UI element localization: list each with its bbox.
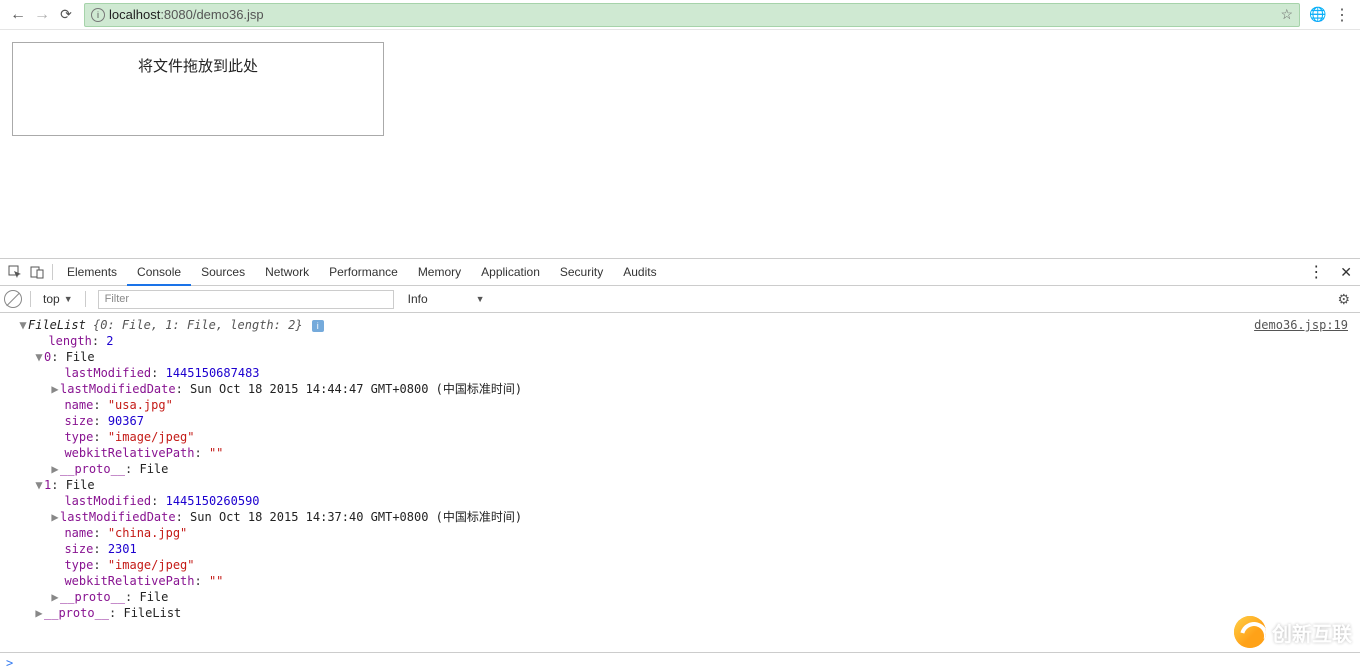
address-bar[interactable]: i localhost:8080/demo36.jsp ☆	[84, 3, 1300, 27]
devtools-panel: Elements Console Sources Network Perform…	[0, 258, 1360, 672]
info-badge-icon[interactable]: i	[312, 320, 324, 332]
tab-console[interactable]: Console	[127, 259, 191, 286]
console-body[interactable]: demo36.jsp:19 ▼FileList {0: File, 1: Fil…	[0, 313, 1360, 672]
url-host: localhost	[109, 7, 160, 22]
log-level-label: Info	[408, 292, 428, 306]
file-drop-zone[interactable]: 将文件拖放到此处	[12, 42, 384, 136]
filter-placeholder: Filter	[105, 293, 129, 305]
execution-context-select[interactable]: top ▼	[39, 292, 77, 306]
separator	[85, 291, 86, 307]
console-prompt[interactable]: >	[0, 652, 1360, 672]
prop-proto[interactable]: ▶__proto__: File	[0, 461, 1360, 477]
prop-proto-outer[interactable]: ▶__proto__: FileList	[0, 605, 1360, 621]
file-entry-0[interactable]: ▼0: File	[0, 349, 1360, 365]
prop-proto[interactable]: ▶__proto__: File	[0, 589, 1360, 605]
page-body: 将文件拖放到此处	[0, 30, 1360, 148]
back-button[interactable]: ←	[6, 3, 30, 27]
prop-webkitrelpath[interactable]: webkitRelativePath: ""	[0, 445, 1360, 461]
prop-lastmodified[interactable]: lastModified: 1445150260590	[0, 493, 1360, 509]
tab-elements[interactable]: Elements	[57, 259, 127, 286]
prop-webkitrelpath[interactable]: webkitRelativePath: ""	[0, 573, 1360, 589]
browser-menu-button[interactable]: ⋮	[1330, 5, 1354, 25]
console-object-header[interactable]: ▼FileList {0: File, 1: File, length: 2} …	[0, 317, 1360, 333]
devtools-close-button[interactable]: ✕	[1332, 264, 1360, 281]
context-label: top	[43, 292, 60, 306]
site-info-icon[interactable]: i	[91, 8, 105, 22]
separator	[30, 291, 31, 307]
log-level-select[interactable]: Info ▼	[404, 292, 489, 306]
device-mode-icon[interactable]	[26, 261, 48, 283]
bookmark-star-icon[interactable]: ☆	[1280, 6, 1293, 23]
prop-name[interactable]: name: "china.jpg"	[0, 525, 1360, 541]
reload-button[interactable]: ⟳	[54, 3, 78, 27]
tab-security[interactable]: Security	[550, 259, 613, 286]
console-settings-icon[interactable]: ⚙	[1327, 291, 1360, 308]
devtools-menu-button[interactable]: ⋮	[1300, 262, 1332, 282]
file-entry-1[interactable]: ▼1: File	[0, 477, 1360, 493]
prompt-caret-icon: >	[6, 656, 13, 670]
console-subbar: top ▼ Filter Info ▼ ⚙	[0, 286, 1360, 313]
prop-name[interactable]: name: "usa.jpg"	[0, 397, 1360, 413]
tab-network[interactable]: Network	[255, 259, 319, 286]
prop-type[interactable]: type: "image/jpeg"	[0, 429, 1360, 445]
prop-size[interactable]: size: 90367	[0, 413, 1360, 429]
forward-button[interactable]: →	[30, 3, 54, 27]
clear-console-button[interactable]	[4, 290, 22, 308]
prop-lastmodifieddate[interactable]: ▶lastModifiedDate: Sun Oct 18 2015 14:37…	[0, 509, 1360, 525]
tab-application[interactable]: Application	[471, 259, 550, 286]
prop-lastmodifieddate[interactable]: ▶lastModifiedDate: Sun Oct 18 2015 14:44…	[0, 381, 1360, 397]
prop-size[interactable]: size: 2301	[0, 541, 1360, 557]
tab-sources[interactable]: Sources	[191, 259, 255, 286]
prop-type[interactable]: type: "image/jpeg"	[0, 557, 1360, 573]
inspect-element-icon[interactable]	[4, 261, 26, 283]
globe-icon[interactable]: 🌐	[1306, 6, 1330, 23]
separator	[52, 264, 53, 280]
tab-memory[interactable]: Memory	[408, 259, 471, 286]
chevron-down-icon: ▼	[64, 294, 73, 304]
prop-length[interactable]: length: 2	[0, 333, 1360, 349]
console-filter-input[interactable]: Filter	[98, 290, 394, 309]
prop-lastmodified[interactable]: lastModified: 1445150687483	[0, 365, 1360, 381]
chevron-down-icon: ▼	[476, 294, 485, 304]
tab-performance[interactable]: Performance	[319, 259, 408, 286]
devtools-tabbar: Elements Console Sources Network Perform…	[0, 259, 1360, 286]
tab-audits[interactable]: Audits	[613, 259, 666, 286]
drop-zone-label: 将文件拖放到此处	[138, 58, 258, 75]
browser-toolbar: ← → ⟳ i localhost:8080/demo36.jsp ☆ 🌐 ⋮	[0, 0, 1360, 30]
url-path: :8080/demo36.jsp	[160, 7, 263, 22]
